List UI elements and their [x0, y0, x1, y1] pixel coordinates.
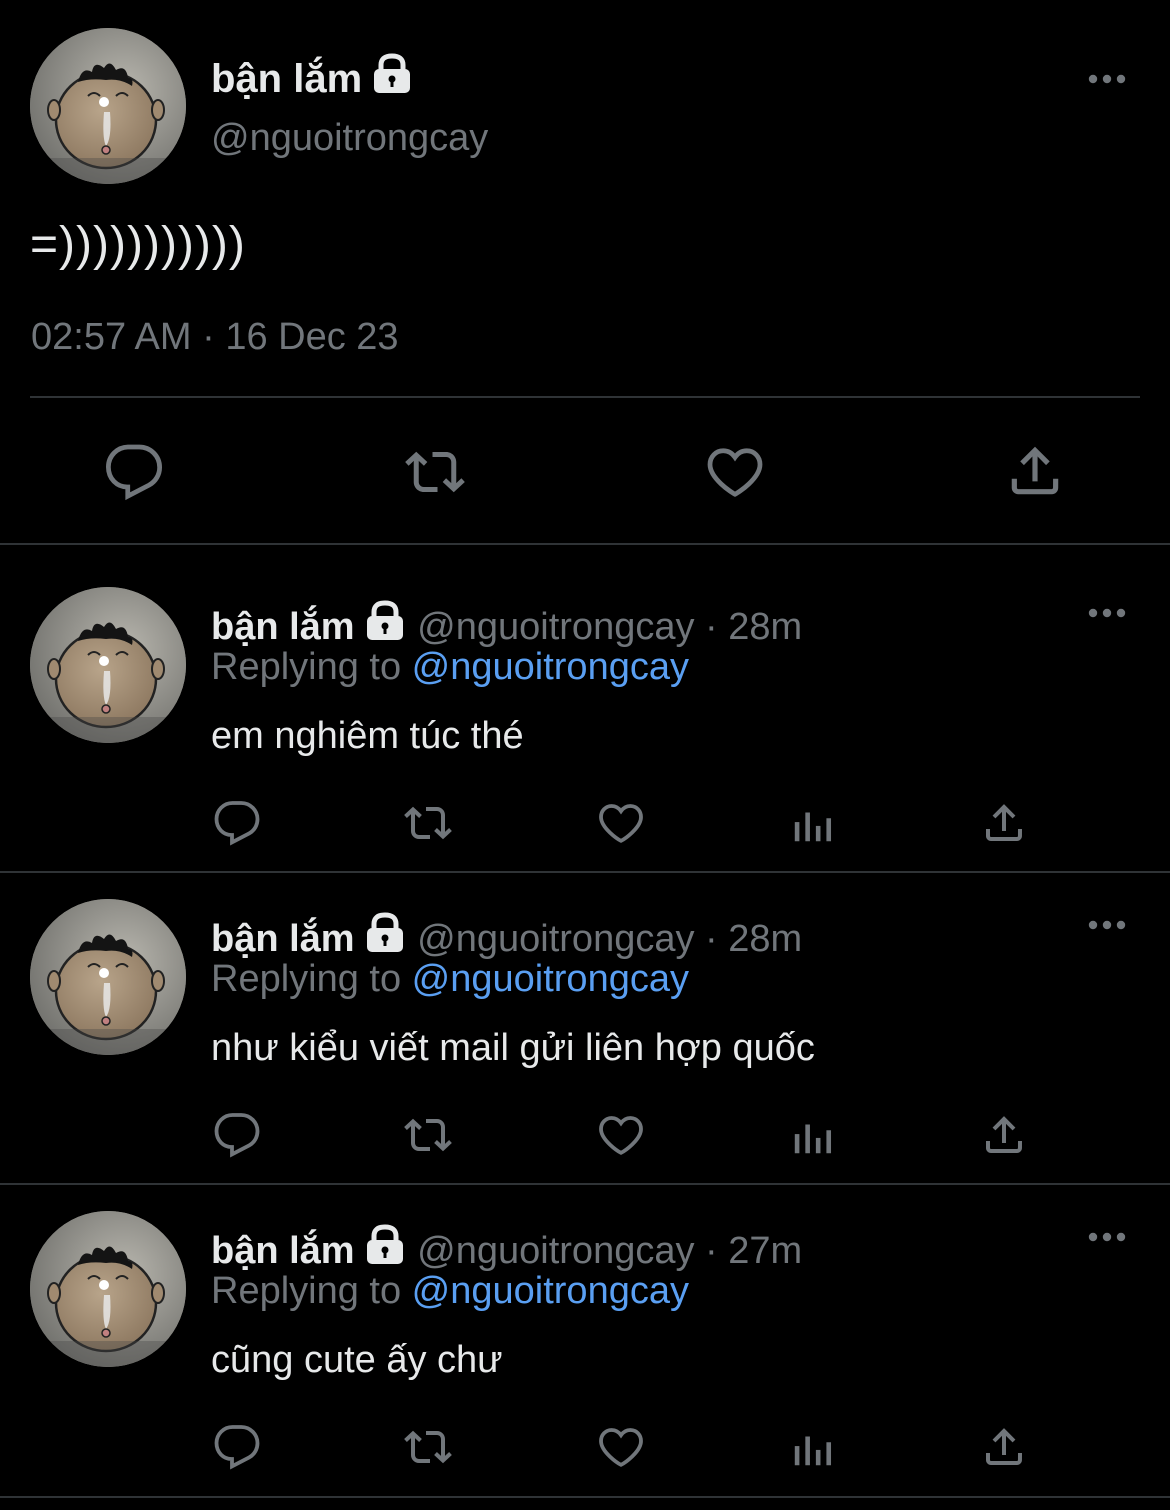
- display-name[interactable]: bận lắm: [211, 52, 414, 99]
- lock-icon: [363, 599, 407, 643]
- display-name-text: bận lắm: [211, 57, 363, 101]
- tweet-text: như kiểu viết mail gửi liên hợp quốc: [211, 1027, 815, 1069]
- views-icon[interactable]: [790, 1425, 836, 1471]
- handle-and-time[interactable]: @nguoitrongcay · 27m: [417, 1230, 802, 1272]
- tweet-header: bận lắm @nguoitrongcay · 28m: [211, 911, 802, 958]
- share-icon[interactable]: [980, 799, 1028, 847]
- avatar[interactable]: [30, 28, 186, 184]
- share-icon[interactable]: [1004, 440, 1066, 502]
- views-icon[interactable]: [790, 801, 836, 847]
- display-name[interactable]: bận lắm: [211, 1230, 355, 1272]
- divider: [30, 396, 1140, 398]
- reply-tweet[interactable]: bận lắm @nguoitrongcay · 28m Replying to…: [0, 545, 1170, 857]
- replying-to: Replying to @nguoitrongcay: [211, 648, 689, 686]
- display-name[interactable]: bận lắm: [211, 918, 355, 960]
- tweet-text: cũng cute ấy chư: [211, 1339, 503, 1381]
- tweet-text: =))))))))))): [30, 218, 246, 271]
- main-tweet: bận lắm @nguoitrongcay =))))))))))) 02:5…: [0, 0, 1170, 545]
- reply-tweet[interactable]: bận lắm @nguoitrongcay · 28m Replying to…: [0, 857, 1170, 1169]
- avatar[interactable]: [30, 899, 186, 1055]
- replying-label: Replying to: [211, 958, 412, 1000]
- user-handle[interactable]: @nguoitrongcay: [211, 117, 488, 160]
- replying-to: Replying to @nguoitrongcay: [211, 960, 689, 998]
- lock-icon: [363, 1223, 407, 1267]
- reply-icon[interactable]: [213, 1423, 261, 1471]
- handle-and-time[interactable]: @nguoitrongcay · 28m: [417, 606, 802, 648]
- reply-icon[interactable]: [104, 442, 164, 502]
- handle-and-time[interactable]: @nguoitrongcay · 28m: [417, 918, 802, 960]
- like-icon[interactable]: [596, 799, 646, 847]
- reply-tweet[interactable]: bận lắm @nguoitrongcay · 27m Replying to…: [0, 1169, 1170, 1481]
- views-icon[interactable]: [790, 1113, 836, 1159]
- like-icon[interactable]: [596, 1423, 646, 1471]
- lock-icon: [370, 52, 414, 96]
- retweet-icon[interactable]: [401, 1423, 455, 1471]
- retweet-icon[interactable]: [401, 799, 455, 847]
- replying-to: Replying to @nguoitrongcay: [211, 1272, 689, 1310]
- tweet-text: em nghiêm túc thé: [211, 715, 524, 757]
- like-icon[interactable]: [704, 442, 766, 502]
- share-icon[interactable]: [980, 1111, 1028, 1159]
- more-icon[interactable]: [1087, 919, 1127, 931]
- tweet-header: bận lắm @nguoitrongcay · 28m: [211, 599, 802, 646]
- tweet-timestamp[interactable]: 02:57 AM · 16 Dec 23: [31, 316, 399, 359]
- reply-icon[interactable]: [213, 1111, 261, 1159]
- like-icon[interactable]: [596, 1111, 646, 1159]
- more-icon[interactable]: [1087, 607, 1127, 619]
- replying-label: Replying to: [211, 646, 412, 688]
- display-name[interactable]: bận lắm: [211, 606, 355, 648]
- avatar[interactable]: [30, 587, 186, 743]
- retweet-icon[interactable]: [401, 1111, 455, 1159]
- mention-link[interactable]: @nguoitrongcay: [412, 958, 689, 1000]
- lock-icon: [363, 911, 407, 955]
- tweet-header: bận lắm @nguoitrongcay · 27m: [211, 1223, 802, 1270]
- mention-link[interactable]: @nguoitrongcay: [412, 646, 689, 688]
- share-icon[interactable]: [980, 1423, 1028, 1471]
- replying-label: Replying to: [211, 1270, 412, 1312]
- divider: [0, 1496, 1170, 1498]
- avatar[interactable]: [30, 1211, 186, 1367]
- more-icon[interactable]: [1087, 73, 1127, 85]
- reply-icon[interactable]: [213, 799, 261, 847]
- more-icon[interactable]: [1087, 1231, 1127, 1243]
- mention-link[interactable]: @nguoitrongcay: [412, 1270, 689, 1312]
- retweet-icon[interactable]: [402, 442, 468, 502]
